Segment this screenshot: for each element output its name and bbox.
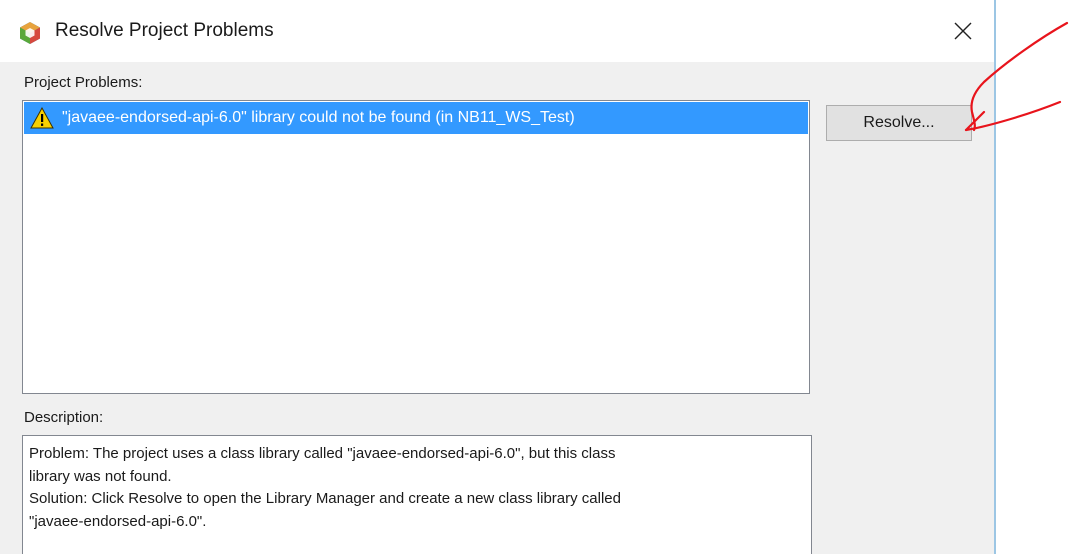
- dialog-title: Resolve Project Problems: [55, 20, 274, 41]
- description-line: Problem: The project uses a class librar…: [29, 445, 616, 462]
- problem-item-text: "javaee-endorsed-api-6.0" library could …: [62, 109, 575, 126]
- problems-list[interactable]: "javaee-endorsed-api-6.0" library could …: [22, 100, 810, 394]
- title-bar: Resolve Project Problems: [0, 0, 995, 62]
- description-line: "javaee-endorsed-api-6.0".: [29, 512, 207, 530]
- description-line: library was not found.: [29, 467, 172, 485]
- resolve-button[interactable]: Resolve...: [826, 105, 972, 141]
- description-line: Solution: Click Resolve to open the Libr…: [29, 490, 621, 507]
- resolve-problems-dialog: Resolve Project Problems Project Problem…: [0, 0, 995, 554]
- warning-icon: [30, 107, 54, 129]
- description-label: Description:: [24, 409, 104, 426]
- project-problems-label: Project Problems:: [24, 74, 143, 91]
- description-text-area[interactable]: Problem: The project uses a class librar…: [22, 435, 812, 554]
- problem-item-selected[interactable]: "javaee-endorsed-api-6.0" library could …: [24, 102, 808, 134]
- annotation-arrow-icon: [964, 21, 1069, 132]
- netbeans-logo-icon: [20, 22, 40, 44]
